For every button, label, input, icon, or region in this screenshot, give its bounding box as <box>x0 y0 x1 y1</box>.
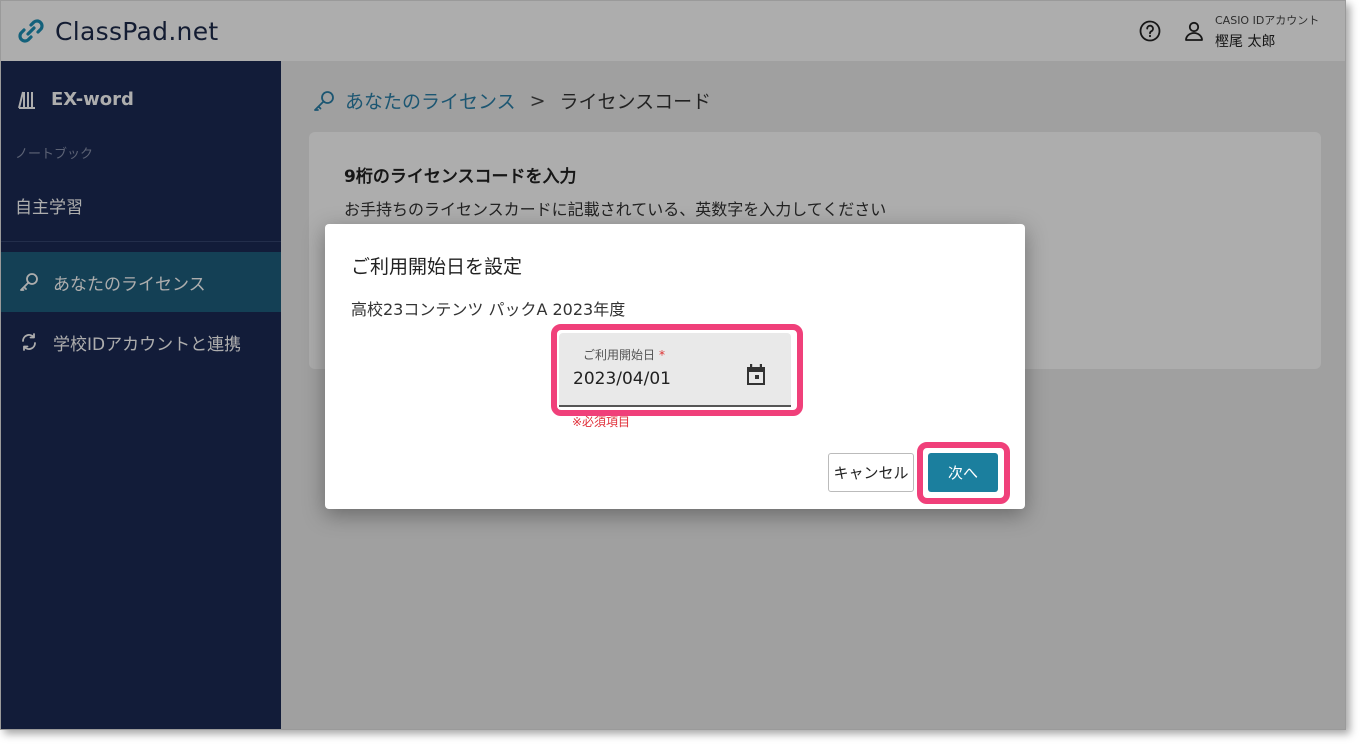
dialog-title: ご利用開始日を設定 <box>351 256 523 278</box>
start-date-dialog: ご利用開始日を設定 高校23コンテンツ パックA 2023年度 ご利用開始日 * … <box>325 224 1025 509</box>
dialog-product-name: 高校23コンテンツ パックA 2023年度 <box>351 300 626 319</box>
app-window: ClassPad.net CASIO IDアカウント 樫尾 太郎 EX-word… <box>0 0 1346 730</box>
cancel-button[interactable]: キャンセル <box>828 453 914 492</box>
date-field-highlight <box>551 324 803 416</box>
next-button-highlight <box>917 442 1010 504</box>
required-note: ※必須項目 <box>572 415 631 429</box>
